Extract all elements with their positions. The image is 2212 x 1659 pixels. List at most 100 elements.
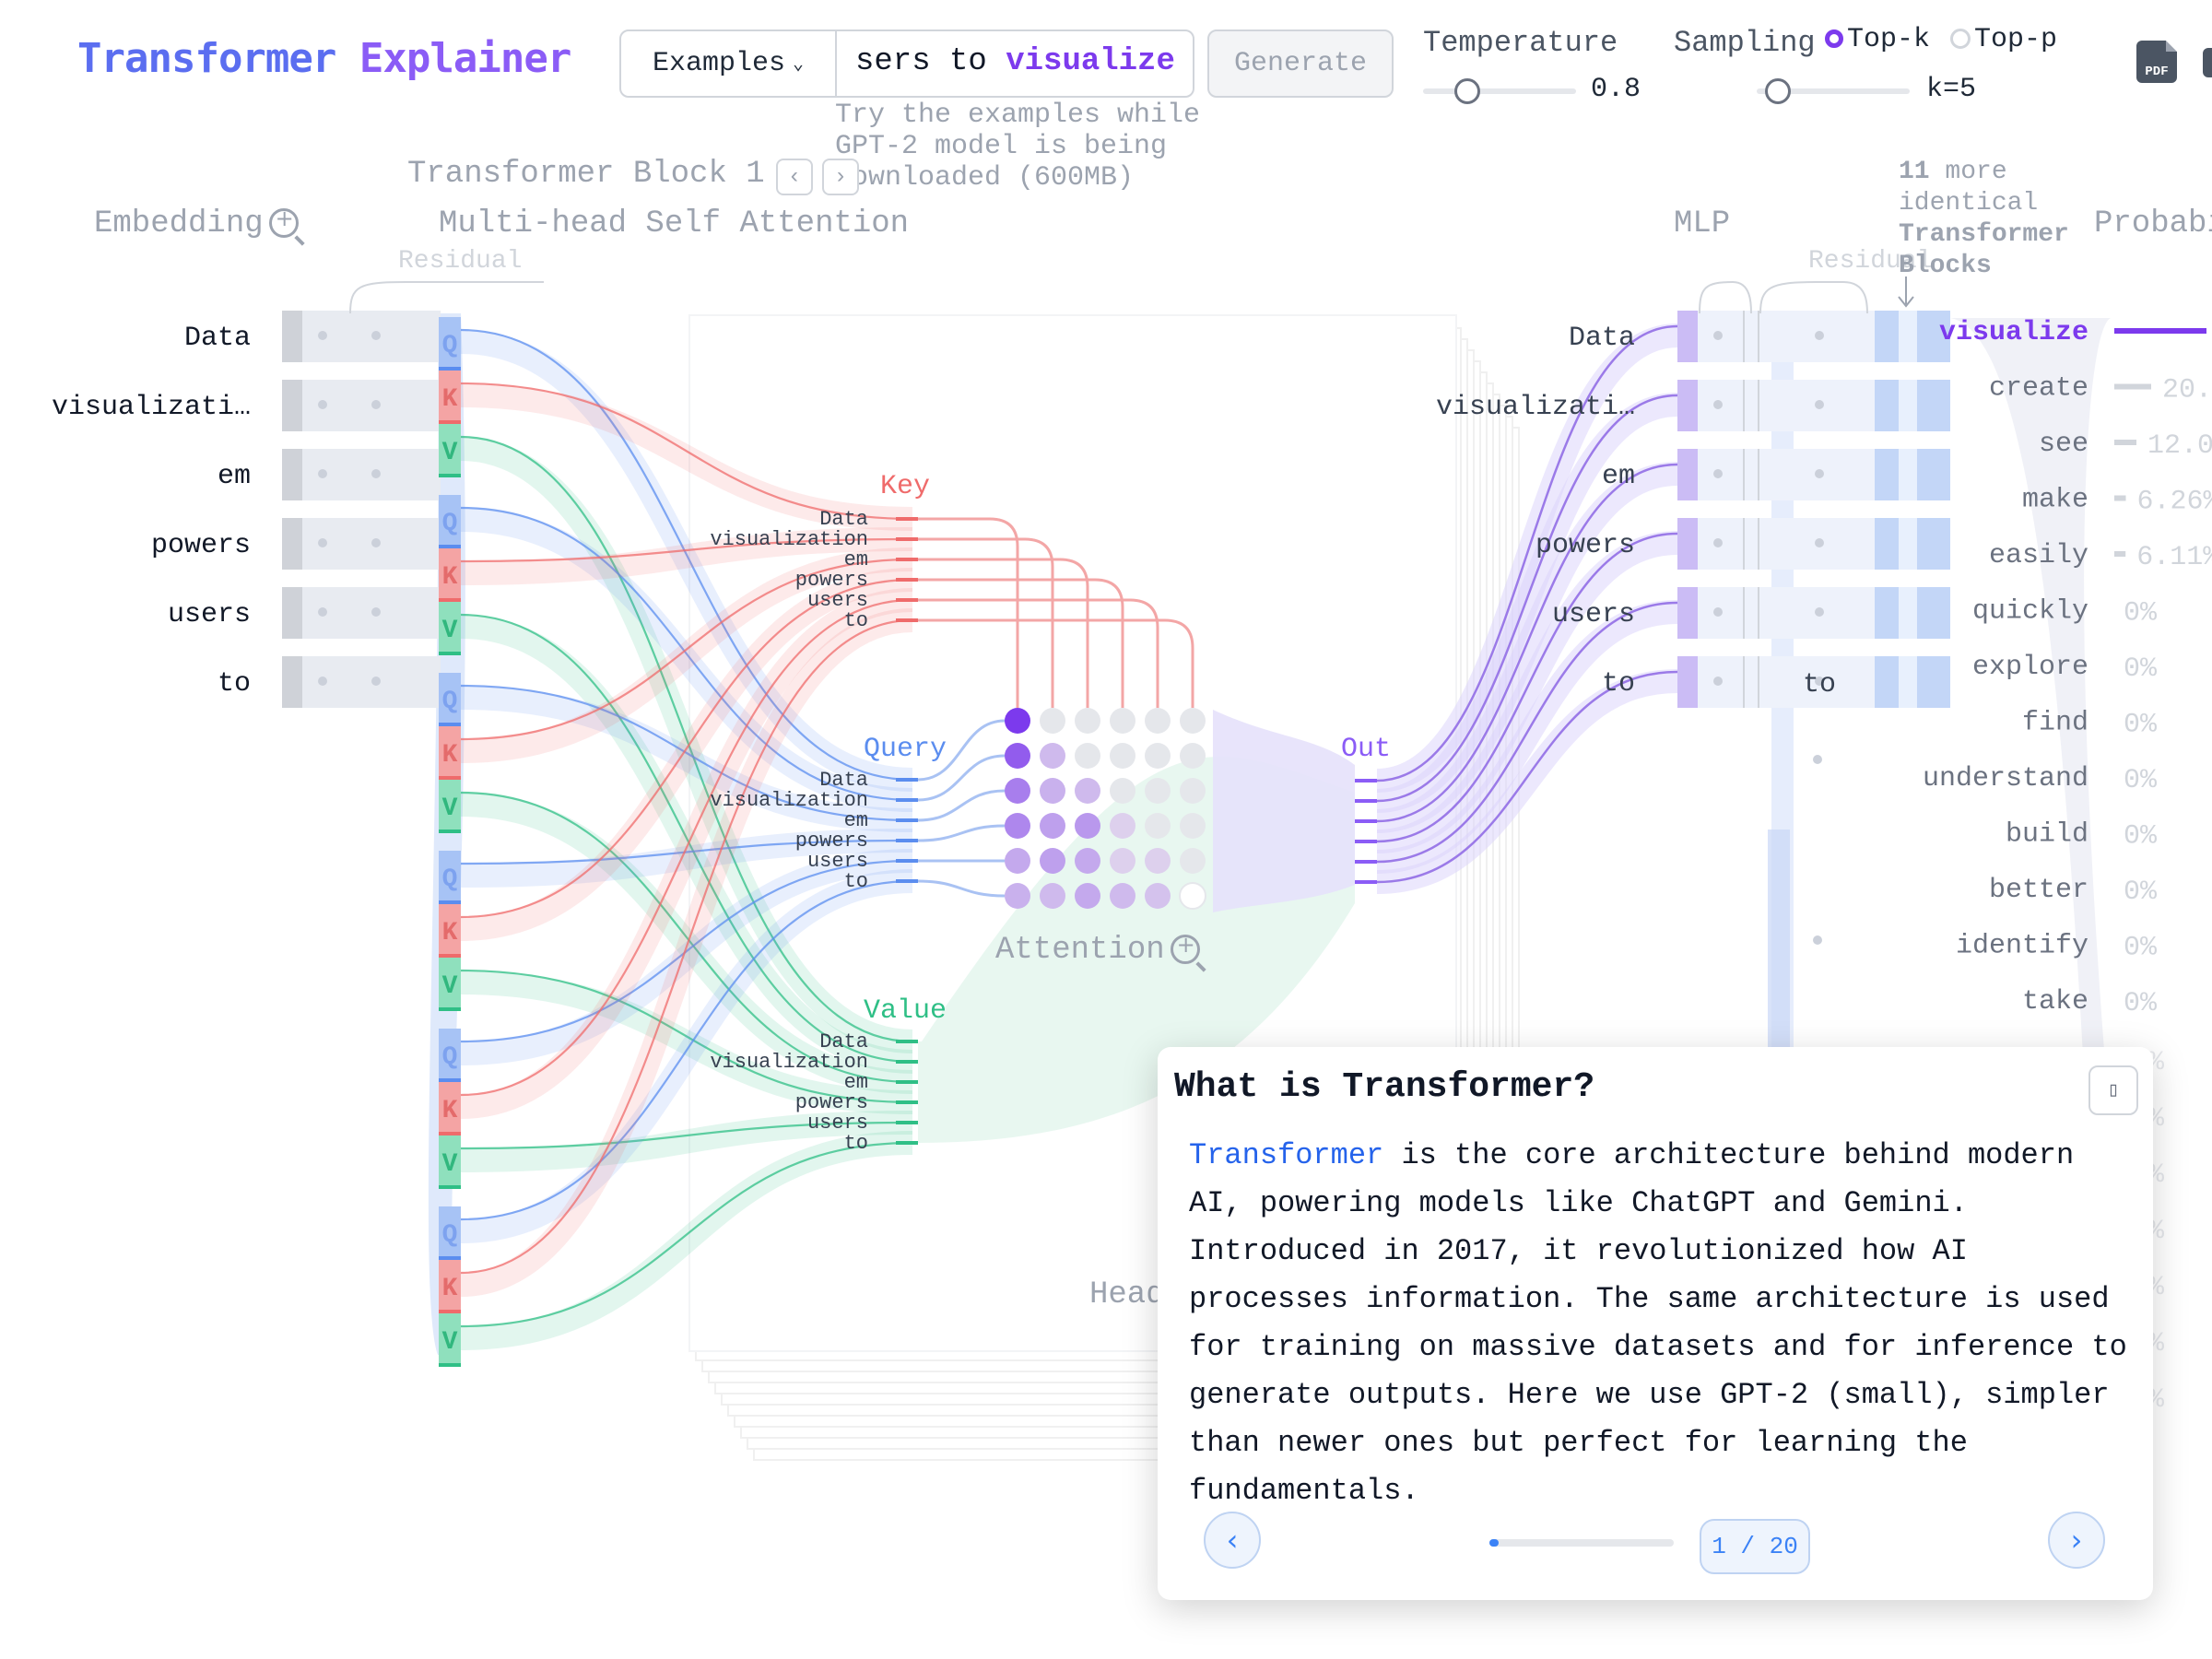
attention-cell[interactable] — [1110, 743, 1135, 769]
dialog-next-button[interactable]: › — [2048, 1512, 2105, 1569]
logo-part2: Explainer — [359, 35, 571, 82]
attention-cell[interactable] — [1110, 778, 1135, 804]
k-value: k=5 — [1926, 74, 1977, 105]
temperature-slider[interactable] — [1423, 78, 1576, 104]
block-next-button[interactable]: › — [822, 159, 859, 195]
attention-cell[interactable] — [1075, 883, 1100, 909]
qkv-divider — [439, 598, 461, 602]
candidate-token: build — [2006, 819, 2088, 851]
attention-cell[interactable] — [1145, 883, 1171, 909]
embedding-title[interactable]: Embedding — [94, 206, 299, 241]
zoom-in-icon[interactable] — [1170, 932, 1200, 965]
attention-cell[interactable] — [1075, 848, 1100, 874]
candidate-token: find — [2022, 708, 2088, 739]
temperature-slider-knob[interactable] — [1453, 78, 1480, 104]
more-blocks-bold: Transformer Blocks — [1899, 220, 2069, 280]
attention-cell[interactable] — [1110, 883, 1135, 909]
probability-bar — [2114, 440, 2136, 445]
k-slider-knob[interactable] — [1764, 78, 1791, 104]
attention-cell[interactable] — [1040, 778, 1065, 804]
examples-dropdown[interactable]: Examples ⌄ — [621, 31, 837, 96]
topk-radio[interactable]: Top-k — [1825, 24, 1930, 55]
attention-cell[interactable] — [1179, 882, 1206, 910]
key-tick — [896, 558, 918, 561]
attention-matrix-title[interactable]: Attention — [995, 932, 1200, 968]
key-tick — [896, 537, 918, 541]
qkv-letter-q: Q — [442, 332, 458, 360]
attention-cell[interactable] — [1145, 708, 1171, 734]
attention-cell[interactable] — [1075, 778, 1100, 804]
attention-cell[interactable] — [1145, 778, 1171, 804]
block-prev-button[interactable]: ‹ — [776, 159, 813, 195]
radio-unselected-icon — [1950, 29, 1971, 50]
prompt-input[interactable]: Examples ⌄ sers to visualize — [619, 29, 1194, 98]
attention-cell[interactable] — [1110, 708, 1135, 734]
attention-cell[interactable] — [1145, 743, 1171, 769]
attention-cell[interactable] — [1005, 813, 1030, 839]
qkv-letter-k: K — [442, 563, 458, 592]
dialog-prev-button[interactable]: ‹ — [1204, 1512, 1261, 1569]
mlp-dot — [1813, 755, 1822, 764]
attention-cell[interactable] — [1180, 708, 1206, 734]
qkv-letter-q: Q — [442, 1221, 458, 1250]
attention-cell[interactable] — [1005, 848, 1030, 874]
attention-cell[interactable] — [1040, 743, 1065, 769]
k-slider[interactable] — [1757, 78, 1910, 104]
attention-cell[interactable] — [1005, 883, 1030, 909]
attention-cell[interactable] — [1180, 778, 1206, 804]
close-icon[interactable]: ▯ — [2088, 1065, 2138, 1115]
qkv-letter-v: V — [442, 972, 458, 1001]
qkv-divider — [439, 474, 461, 477]
head-label: Head — [1089, 1277, 1165, 1312]
attention-cell[interactable] — [1005, 743, 1030, 769]
mlp-dot — [1815, 607, 1824, 617]
mlp-dot — [1713, 400, 1723, 409]
residual-bracket-right — [1759, 281, 1868, 314]
pdf-icon[interactable]: PDF — [2136, 41, 2177, 83]
attention-cell[interactable] — [1180, 848, 1206, 874]
attention-cell[interactable] — [1075, 743, 1100, 769]
attention-cell[interactable] — [1040, 813, 1065, 839]
attention-cell[interactable] — [1110, 848, 1135, 874]
mlp-dot — [1713, 677, 1723, 686]
qkv-letter-k: K — [442, 919, 458, 947]
probability-value: 6.26% — [2137, 487, 2212, 518]
embedding-dot — [318, 607, 327, 617]
share-icon[interactable] — [2203, 48, 2212, 77]
attention-cell[interactable] — [1145, 813, 1171, 839]
attention-cell[interactable] — [1145, 848, 1171, 874]
attention-cell[interactable] — [1075, 708, 1100, 734]
attention-cell[interactable] — [1040, 883, 1065, 909]
qkv-letter-q: Q — [442, 688, 458, 716]
candidate-token: better — [1989, 875, 2088, 906]
zoom-in-icon[interactable] — [268, 206, 299, 239]
attention-cell[interactable] — [1040, 708, 1065, 734]
key-token-label: to — [844, 609, 868, 632]
block-output-highlight — [1899, 518, 1917, 570]
qkv-letter-k: K — [442, 1097, 458, 1125]
attention-cell[interactable] — [1110, 813, 1135, 839]
block-output-highlight — [1899, 656, 1917, 708]
qkv-letter-q: Q — [442, 865, 458, 894]
attention-cell[interactable] — [1180, 813, 1206, 839]
sampling-label: Sampling — [1674, 26, 1816, 60]
mlp-token-label: em — [1602, 461, 1635, 492]
app-logo[interactable]: Transformer Explainer — [77, 35, 571, 82]
attention-cell[interactable] — [1005, 778, 1030, 804]
candidate-token: identify — [1956, 931, 2088, 962]
attention-cell[interactable] — [1180, 743, 1206, 769]
key-tick — [896, 578, 918, 582]
mlp-token-label: visualizati… — [1436, 392, 1635, 423]
mlp-dot — [1815, 400, 1824, 409]
attention-cell[interactable] — [1040, 848, 1065, 874]
dialog-text: is the core architecture behind modern A… — [1189, 1138, 2127, 1508]
qkv-divider — [439, 1078, 461, 1082]
topp-radio[interactable]: Top-p — [1950, 24, 2057, 55]
attention-cell[interactable] — [1005, 708, 1030, 734]
out-label: Out — [1341, 734, 1391, 765]
generate-button[interactable]: Generate — [1207, 29, 1394, 98]
attention-cell[interactable] — [1075, 813, 1100, 839]
mlp-token-label: powers — [1535, 530, 1635, 561]
prompt-text[interactable]: sers to visualize — [855, 44, 1175, 79]
transformer-link[interactable]: Transformer — [1189, 1138, 1383, 1172]
